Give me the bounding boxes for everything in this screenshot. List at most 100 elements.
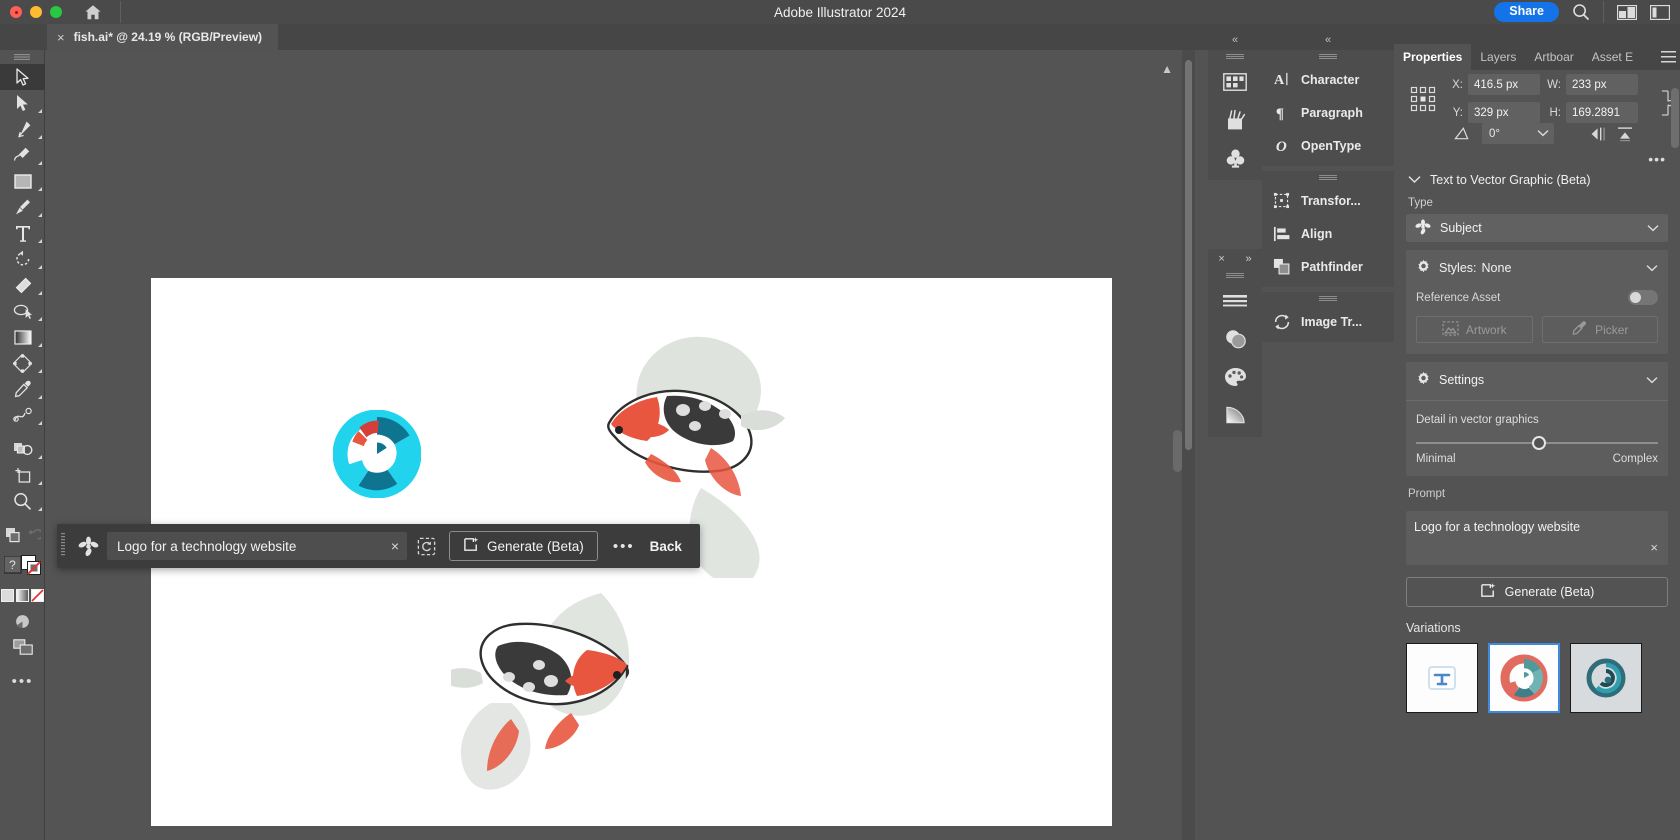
tab-properties[interactable]: Properties	[1394, 44, 1471, 70]
close-window-button[interactable]	[10, 6, 22, 18]
paintbrush-tool[interactable]	[0, 194, 45, 220]
x-field[interactable]: 416.5 px	[1468, 74, 1540, 95]
chevron-down-icon[interactable]	[1646, 261, 1658, 275]
tech-logo-artwork[interactable]	[333, 410, 421, 498]
panel-item-transform[interactable]: Transfor...	[1262, 184, 1394, 217]
slider-knob[interactable]	[1532, 436, 1546, 450]
brushes-icon[interactable]	[1208, 101, 1262, 139]
flip-vertical-icon[interactable]	[1616, 126, 1634, 142]
pen-tool[interactable]	[0, 116, 45, 142]
dock-close-icon[interactable]: ×	[1218, 253, 1224, 265]
koi-fish-artwork-2[interactable]	[451, 553, 661, 803]
picker-button[interactable]: Picker	[1542, 316, 1659, 343]
t2v-section-header[interactable]: Text to Vector Graphic (Beta)	[1406, 167, 1668, 195]
clear-prompt-icon[interactable]: ×	[391, 538, 399, 554]
flip-horizontal-icon[interactable]	[1590, 126, 1608, 142]
type-tool[interactable]	[0, 220, 45, 246]
clear-prompt-icon[interactable]: ×	[1650, 519, 1658, 557]
w-field[interactable]: 233 px	[1566, 74, 1638, 95]
selection-tool[interactable]	[0, 64, 45, 90]
transparency-icon[interactable]	[1208, 320, 1262, 358]
match-artboard-icon[interactable]	[407, 524, 445, 568]
symbols-icon[interactable]	[1208, 139, 1262, 177]
chevron-down-icon[interactable]	[1646, 373, 1658, 387]
minimize-window-button[interactable]	[30, 6, 42, 18]
panel-toggle-icon[interactable]	[1650, 5, 1670, 20]
chevron-down-icon[interactable]	[1408, 173, 1421, 187]
rectangle-tool[interactable]	[0, 168, 45, 194]
type-dropdown[interactable]: Subject	[1406, 214, 1668, 242]
artwork-button[interactable]: Artwork	[1416, 316, 1533, 343]
share-button[interactable]: Share	[1494, 2, 1559, 22]
canvas-scroll-up-icon[interactable]: ▲	[1161, 62, 1173, 76]
window-controls[interactable]	[0, 6, 62, 18]
reference-asset-toggle[interactable]	[1628, 290, 1658, 305]
panel-item-opentype[interactable]: O OpenType	[1262, 129, 1394, 162]
variation-thumb-1[interactable]	[1406, 643, 1478, 713]
chevron-down-icon[interactable]	[1537, 128, 1549, 140]
canvas-vertical-scrollbar[interactable]	[1182, 50, 1195, 840]
close-document-icon[interactable]: ×	[57, 30, 65, 45]
toolbar-grip[interactable]	[0, 50, 44, 64]
dock-grip[interactable]	[1208, 269, 1262, 282]
panel-item-paragraph[interactable]: ¶ Paragraph	[1262, 96, 1394, 129]
transform-more-options[interactable]: •••	[1406, 144, 1668, 167]
shaper-tool[interactable]	[0, 298, 45, 324]
settings-row[interactable]: Settings	[1416, 371, 1658, 389]
artboard-tool[interactable]	[0, 462, 45, 488]
maximize-window-button[interactable]	[50, 6, 62, 18]
floatbar-generate-button[interactable]: Generate (Beta)	[449, 531, 598, 561]
panel-grip[interactable]	[1262, 50, 1394, 63]
color-modes-row[interactable]	[0, 582, 45, 608]
panel-item-image-trace[interactable]: Image Tr...	[1262, 305, 1394, 338]
scrollbar-thumb[interactable]	[1185, 60, 1192, 450]
generate-button[interactable]: Generate (Beta)	[1406, 577, 1668, 607]
panel-item-align[interactable]: Align	[1262, 217, 1394, 250]
panel-item-pathfinder[interactable]: Pathfinder	[1262, 250, 1394, 283]
fill-stroke-row[interactable]: ?	[0, 548, 45, 582]
stroke-icon[interactable]	[1208, 282, 1262, 320]
edit-toolbar-button[interactable]: •••	[0, 668, 45, 694]
color-icon[interactable]	[1208, 358, 1262, 396]
layout-switch-icon[interactable]	[1617, 5, 1637, 20]
blend-tool[interactable]	[0, 402, 45, 428]
gradient-tool[interactable]	[0, 324, 45, 350]
floatbar-more-options[interactable]: •••	[598, 538, 650, 555]
prompt-textarea[interactable]: Logo for a technology website ×	[1406, 511, 1668, 565]
reference-point-grid[interactable]	[1406, 86, 1440, 112]
direct-selection-tool[interactable]	[0, 90, 45, 116]
floatbar-back-button[interactable]: Back	[650, 539, 694, 554]
floatbar-grip[interactable]	[57, 524, 69, 568]
screen-mode-tool[interactable]	[0, 634, 45, 660]
free-transform-tool[interactable]	[0, 350, 45, 376]
panelcol-collapse-icon[interactable]: «	[1262, 34, 1394, 46]
eraser-tool[interactable]	[0, 272, 45, 298]
y-field[interactable]: 329 px	[1468, 102, 1540, 123]
document-tab[interactable]: × fish.ai* @ 24.19 % (RGB/Preview)	[47, 24, 278, 50]
home-icon[interactable]	[80, 0, 106, 24]
chevron-down-icon[interactable]	[1647, 221, 1659, 235]
search-icon[interactable]	[1572, 3, 1590, 21]
swatches-icon[interactable]	[1208, 63, 1262, 101]
rotate-angle-field[interactable]: 0°	[1482, 123, 1554, 144]
tab-layers[interactable]: Layers	[1471, 44, 1525, 70]
properties-scrollbar[interactable]	[1671, 88, 1679, 148]
gradient-icon[interactable]	[1208, 396, 1262, 434]
shape-builder-tool[interactable]	[0, 436, 45, 462]
panel-grip[interactable]	[1262, 171, 1394, 184]
curvature-tool[interactable]	[0, 142, 45, 168]
h-field[interactable]: 169.2891	[1566, 102, 1638, 123]
canvas-area[interactable]: ▲	[45, 50, 1195, 840]
panel-drag-handle[interactable]	[1173, 430, 1182, 472]
variation-thumb-3[interactable]	[1570, 643, 1642, 713]
dock-collapse-icon[interactable]: «	[1208, 34, 1262, 46]
tab-artboards[interactable]: Artboar	[1525, 44, 1582, 70]
zoom-tool[interactable]	[0, 488, 45, 514]
panel-item-character[interactable]: A Character	[1262, 63, 1394, 96]
rotate-tool[interactable]	[0, 246, 45, 272]
dock-grip[interactable]	[1208, 50, 1262, 63]
hamburger-menu-icon[interactable]	[1656, 44, 1680, 70]
panel-grip[interactable]	[1262, 292, 1394, 305]
dock-expand-icon[interactable]: »	[1246, 253, 1252, 265]
text-to-vector-floating-bar[interactable]: Logo for a technology website × Generate…	[57, 524, 700, 568]
